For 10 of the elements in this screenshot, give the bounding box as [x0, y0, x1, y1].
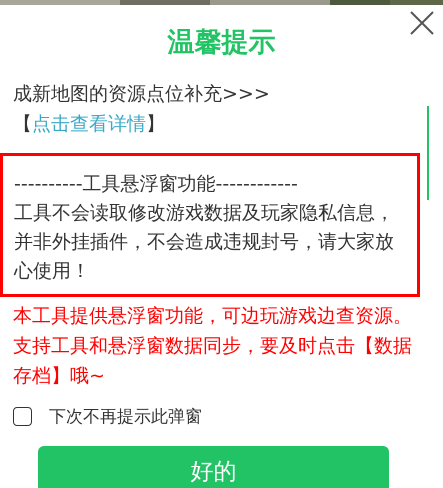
- dialog-title: 温馨提示: [166, 26, 276, 60]
- checkbox-label: 下次不再提示此弹窗: [49, 406, 202, 428]
- ok-button[interactable]: 好的: [38, 446, 389, 488]
- warning-text: 本工具提供悬浮窗功能，可边玩游戏边查资源。支持工具和悬浮窗数据同步，要及时点击【数据存档】哦~: [13, 304, 413, 389]
- notice-heading: ----------工具悬浮窗功能------------: [14, 172, 299, 197]
- checkbox[interactable]: [13, 407, 32, 426]
- close-icon[interactable]: [410, 11, 434, 35]
- details-link[interactable]: 点击查看详情: [32, 113, 146, 135]
- notice-text: 工具不会读取修改游戏数据及玩家隐私信息，并非外挂插件，不会造成违规封号，请大家放心使用！: [14, 201, 395, 284]
- intro-text: 成新地图的资源点位补充>>>【点击查看详情】: [13, 82, 271, 137]
